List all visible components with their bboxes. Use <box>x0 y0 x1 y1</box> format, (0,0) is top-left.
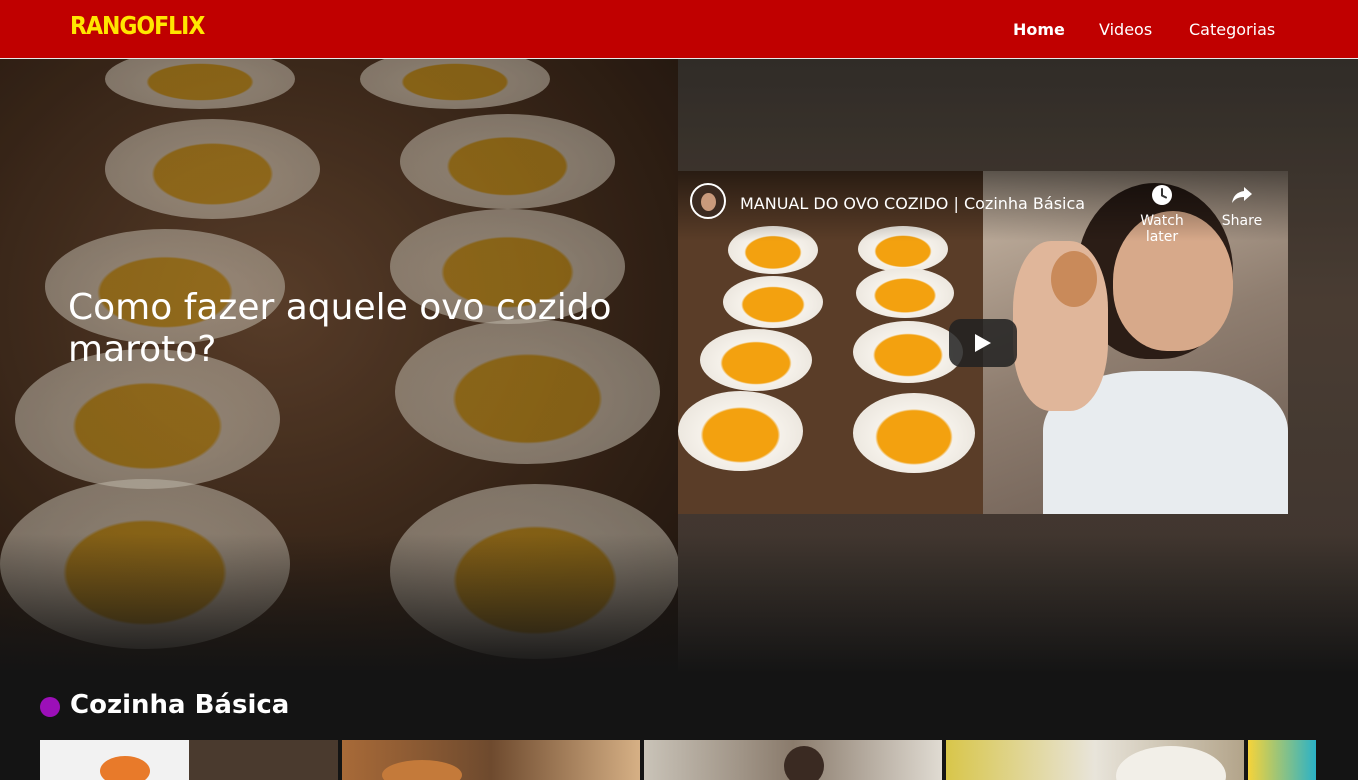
share-icon <box>1232 187 1252 203</box>
play-button[interactable] <box>949 319 1017 367</box>
share-button[interactable]: Share <box>1202 183 1282 229</box>
egg-image <box>856 268 954 318</box>
hero-title: Como fazer aquele ovo cozido maroto? <box>68 287 612 370</box>
play-icon <box>975 334 991 352</box>
egg-image <box>700 329 812 391</box>
nav-home-link[interactable]: Home <box>1013 20 1065 39</box>
video-thumbnail-card[interactable] <box>40 740 338 780</box>
category-title: Cozinha Básica <box>70 690 290 720</box>
nav-videos-link[interactable]: Videos <box>1099 20 1152 39</box>
nav-categorias-link[interactable]: Categorias <box>1189 20 1275 39</box>
egg-image <box>853 393 975 473</box>
video-thumbnail-card[interactable] <box>946 740 1244 780</box>
egg-image <box>853 321 963 383</box>
video-thumbnail-card[interactable] <box>644 740 942 780</box>
category-dot <box>40 697 60 717</box>
egg-image <box>723 276 823 328</box>
navbar: RANGOFLIX Home Videos Categorias <box>0 0 1358 59</box>
watch-later-button[interactable]: Watch later <box>1122 183 1202 245</box>
video-title[interactable]: MANUAL DO OVO COZIDO | Cozinha Básica <box>740 194 1085 213</box>
egg-image <box>678 391 803 471</box>
share-label: Share <box>1221 213 1263 229</box>
watch-later-label: Watch later <box>1140 213 1184 245</box>
clock-icon <box>1152 185 1172 205</box>
channel-avatar[interactable] <box>690 183 726 219</box>
site-logo[interactable]: RANGOFLIX <box>70 12 205 41</box>
video-thumbnail-card[interactable] <box>1248 740 1316 780</box>
video-thumbnail-card[interactable] <box>342 740 640 780</box>
video-player[interactable]: MANUAL DO OVO COZIDO | Cozinha Básica Wa… <box>678 171 1288 514</box>
